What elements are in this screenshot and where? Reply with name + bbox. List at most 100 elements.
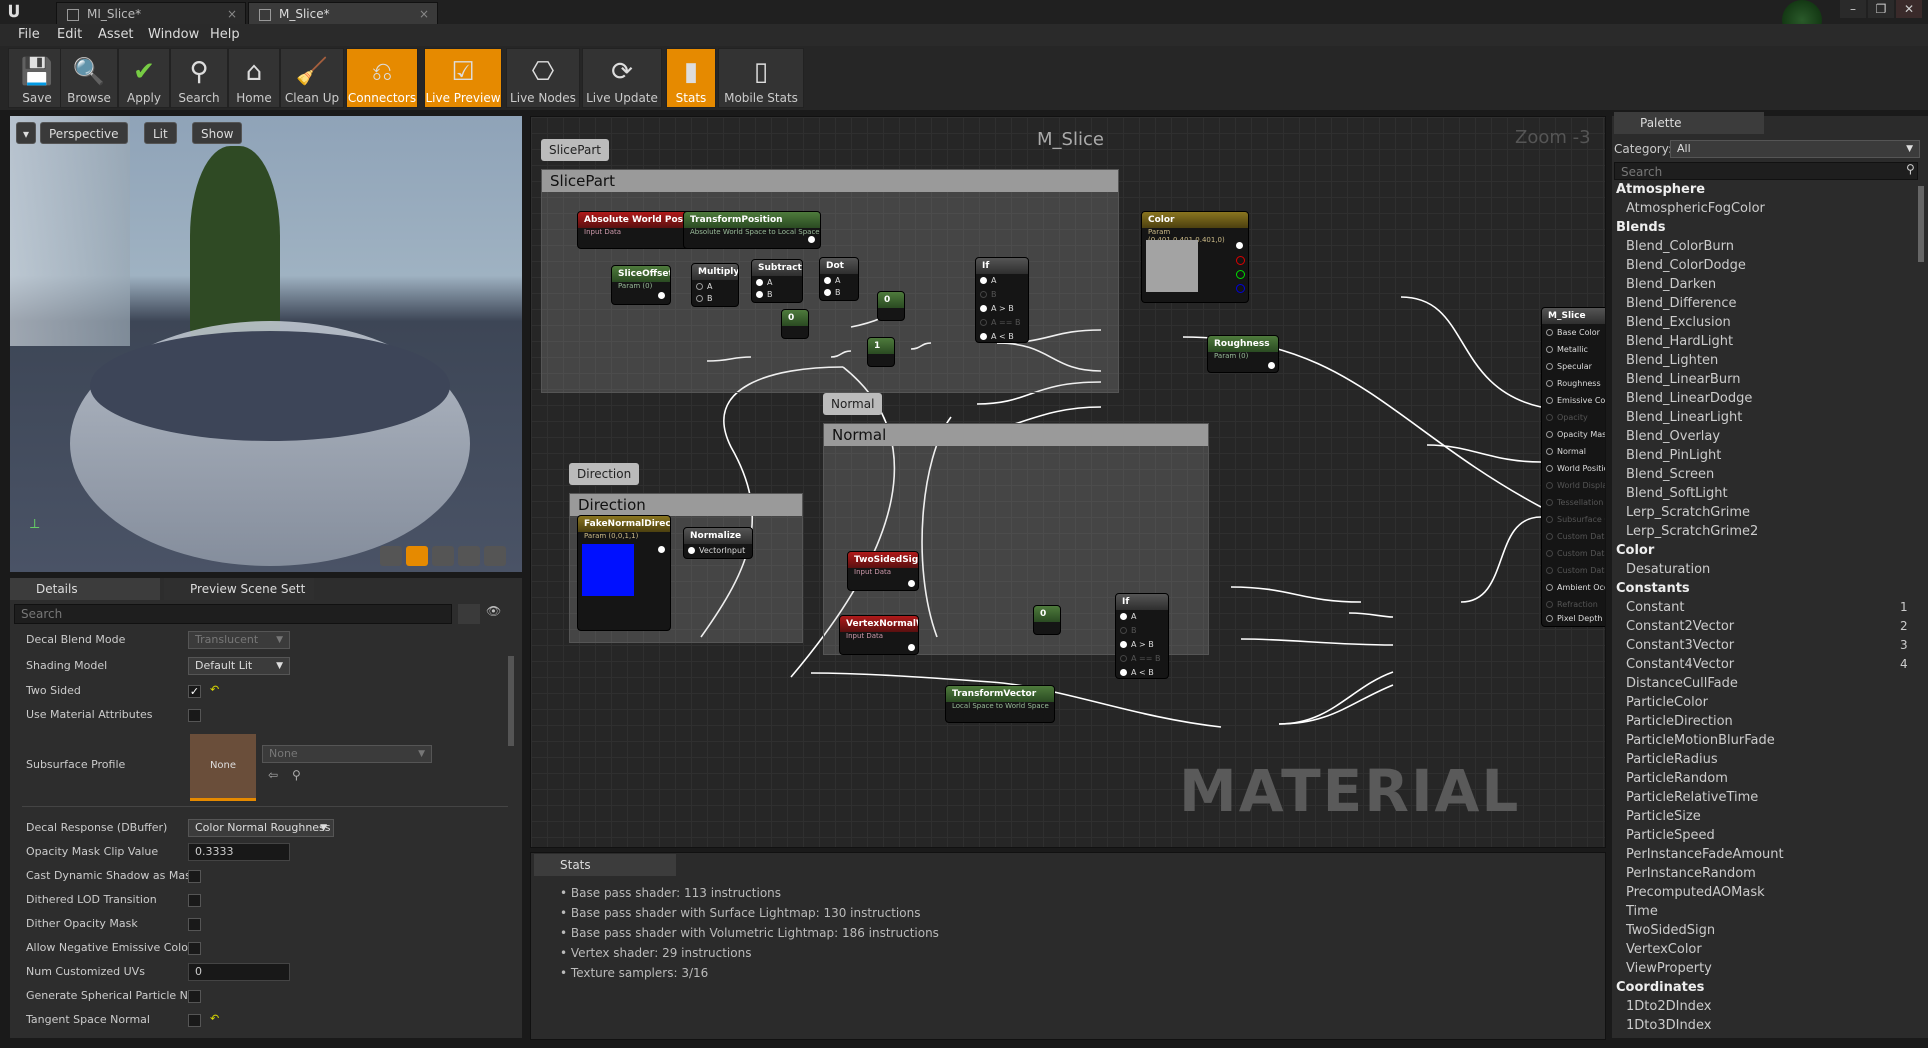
palette-item[interactable]: ParticleSpeed (1626, 828, 1715, 843)
details-search-input[interactable]: Search (14, 604, 452, 624)
tab-m-slice[interactable]: M_Slice* × (248, 2, 438, 24)
palette-item[interactable]: Blend_Exclusion (1626, 315, 1731, 330)
maximize-button[interactable]: ❐ (1868, 0, 1894, 18)
output-pin[interactable] (908, 644, 915, 651)
decal-blend-mode-dropdown[interactable]: Translucent (188, 631, 290, 649)
clean-up-button[interactable]: 🧹 Clean Up (280, 48, 344, 108)
palette-item[interactable]: Blend_Overlay (1626, 429, 1720, 444)
node-if[interactable]: If A B A > B A == B A < B (975, 257, 1029, 343)
dithered-lod-transition-checkbox[interactable] (188, 894, 201, 907)
output-pin-g[interactable] (1236, 270, 1245, 279)
palette-item[interactable]: Lerp_ScratchGrime (1626, 505, 1750, 520)
output-pin-r[interactable] (1236, 256, 1245, 265)
perspective-button[interactable]: Perspective (40, 122, 128, 144)
palette-category[interactable]: Constants (1616, 581, 1690, 596)
palette-item[interactable]: Constant4Vector (1626, 657, 1734, 672)
material-graph[interactable]: M_Slice Zoom -3 MATERIAL SlicePart Slice… (530, 116, 1606, 848)
palette-scrollbar[interactable] (1918, 186, 1924, 262)
menu-window[interactable]: Window (148, 24, 199, 46)
visibility-eye-icon[interactable]: 👁 (486, 604, 514, 624)
palette-item[interactable]: Constant3Vector (1626, 638, 1734, 653)
palette-item[interactable]: PerInstanceFadeAmount (1626, 847, 1784, 862)
palette-category[interactable]: Blends (1616, 220, 1665, 235)
palette-category[interactable]: Color (1616, 543, 1654, 558)
tab-palette[interactable]: Palette (1614, 112, 1764, 134)
live-nodes-button[interactable]: ⎔ Live Nodes (506, 48, 580, 108)
palette-item[interactable]: Lerp_ScratchGrime2 (1626, 524, 1758, 539)
num-customized-uvs-input[interactable]: 0 (188, 963, 290, 981)
palette-item[interactable]: Desaturation (1626, 562, 1710, 577)
use-selected-arrow-icon[interactable]: ⇦ (268, 768, 278, 782)
preview-cylinder-button[interactable] (380, 546, 402, 566)
shading-model-dropdown[interactable]: Default Lit (188, 657, 290, 675)
menu-file[interactable]: File (18, 24, 40, 46)
output-pin[interactable] (908, 580, 915, 587)
palette-item[interactable]: Blend_Lighten (1626, 353, 1718, 368)
dither-opacity-mask-checkbox[interactable] (188, 918, 201, 931)
palette-item[interactable]: ParticleMotionBlurFade (1626, 733, 1775, 748)
preview-viewport[interactable]: ⟂ (10, 116, 522, 572)
reset-to-default-icon[interactable]: ↶ (210, 683, 219, 696)
palette-item[interactable]: Blend_Screen (1626, 467, 1714, 482)
tangent-space-normal-checkbox[interactable] (188, 1014, 201, 1027)
palette-item[interactable]: Blend_LinearDodge (1626, 391, 1752, 406)
node-constant-zero[interactable]: 0 (781, 309, 809, 339)
node-constant-zero[interactable]: 0 (1033, 605, 1061, 635)
palette-item[interactable]: ParticleSize (1626, 809, 1701, 824)
output-pin[interactable] (1236, 242, 1243, 249)
palette-item[interactable]: Blend_LinearBurn (1626, 372, 1740, 387)
node-two-sided-sign[interactable]: TwoSidedSign Input Data (847, 551, 919, 591)
node-multiply[interactable]: Multiply A B (691, 263, 739, 307)
node-transform-position[interactable]: TransformPosition Absolute World Space t… (683, 211, 821, 249)
tab-preview-scene-settings[interactable]: Preview Scene Sett (164, 578, 314, 600)
node-subtract[interactable]: Subtract A B (751, 259, 803, 303)
node-fake-normal-direction[interactable]: FakeNormalDirection Param (0,0,1,1) (577, 515, 671, 631)
output-pin-b[interactable] (1236, 284, 1245, 293)
node-material-result[interactable]: M_Slice Base Color Metallic Specular Rou… (1541, 307, 1605, 627)
palette-item[interactable]: DistanceCullFade (1626, 676, 1738, 691)
save-button[interactable]: 💾 Save (8, 48, 66, 108)
node-color-param[interactable]: Color Param (0.401,0.401,0.401,0) (1141, 211, 1249, 303)
search-button[interactable]: ⚲ Search (170, 48, 228, 108)
show-button[interactable]: Show (192, 122, 243, 144)
minimize-button[interactable]: – (1840, 0, 1866, 18)
node-if[interactable]: If A B A > B A == B A < B (1115, 593, 1169, 679)
palette-item[interactable]: TwoSidedSign (1626, 923, 1715, 938)
subsurface-profile-dropdown[interactable]: None (262, 745, 432, 763)
node-slice-offset[interactable]: SliceOffset Param (0) (611, 265, 671, 305)
palette-item[interactable]: PrecomputedAOMask (1626, 885, 1765, 900)
node-dot[interactable]: Dot A B (819, 257, 859, 301)
preview-mesh-button[interactable] (484, 546, 506, 566)
menu-help[interactable]: Help (210, 24, 240, 46)
palette-item[interactable]: 1Dto2DIndex (1626, 999, 1711, 1014)
palette-item[interactable]: Blend_Difference (1626, 296, 1737, 311)
close-icon[interactable]: × (227, 3, 237, 25)
two-sided-checkbox[interactable]: ✓ (188, 685, 201, 698)
node-transform-vector[interactable]: TransformVector Local Space to World Spa… (945, 685, 1055, 723)
palette-item[interactable]: ParticleRandom (1626, 771, 1728, 786)
palette-item[interactable]: Blend_SoftLight (1626, 486, 1728, 501)
palette-item[interactable]: AtmosphericFogColor (1626, 201, 1765, 216)
subsurface-profile-thumbnail[interactable]: None (190, 734, 256, 801)
palette-item[interactable]: Blend_Darken (1626, 277, 1716, 292)
home-button[interactable]: ⌂ Home (228, 48, 280, 108)
palette-item[interactable]: VertexColor (1626, 942, 1702, 957)
node-vertex-normal-ws[interactable]: VertexNormalWS Input Data (839, 615, 919, 655)
output-pin[interactable] (808, 236, 815, 243)
palette-item[interactable]: ParticleRelativeTime (1626, 790, 1758, 805)
browse-button[interactable]: 🔍 Browse (60, 48, 118, 108)
generate-spherical-particle-normals-checkbox[interactable] (188, 990, 201, 1003)
palette-item[interactable]: Blend_ColorDodge (1626, 258, 1746, 273)
viewport-options-button[interactable]: ▾ (16, 122, 36, 144)
palette-category[interactable]: Coordinates (1616, 980, 1704, 995)
use-material-attributes-checkbox[interactable] (188, 709, 201, 722)
menu-asset[interactable]: Asset (98, 24, 134, 46)
palette-item[interactable]: PerInstanceRandom (1626, 866, 1756, 881)
close-window-button[interactable]: ✕ (1896, 0, 1922, 18)
palette-item[interactable]: Blend_ColorBurn (1626, 239, 1734, 254)
tab-details[interactable]: Details (10, 578, 160, 600)
node-constant-one[interactable]: 1 (867, 337, 895, 367)
palette-item[interactable]: Constant (1626, 600, 1684, 615)
lit-button[interactable]: Lit (144, 122, 177, 144)
preview-cube-button[interactable] (458, 546, 480, 566)
